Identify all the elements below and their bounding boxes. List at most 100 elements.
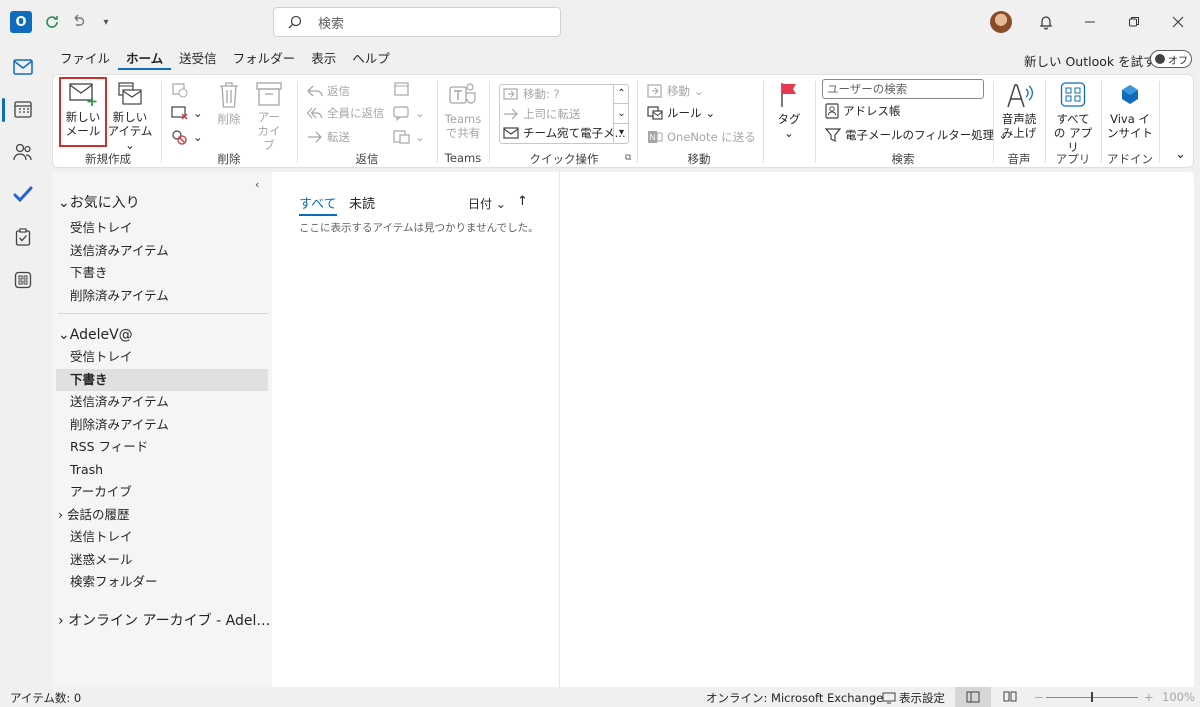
item-count: アイテム数: 0 [10, 691, 82, 705]
folder-conversation-history[interactable]: › 会話の履歴 [58, 504, 130, 526]
quick-step-move[interactable]: 移動: ? [503, 84, 560, 104]
delete-button[interactable]: 削除 [213, 81, 245, 126]
undo-icon[interactable] [68, 12, 88, 32]
rail-apps-icon[interactable] [8, 265, 38, 295]
onenote-label: OneNote に送る [667, 130, 756, 144]
filter-unread-tab[interactable]: 未読 [349, 193, 375, 212]
tab-send-receive[interactable]: 送受信 [171, 50, 225, 70]
filter-email-button[interactable]: 電子メールのフィルター処理 ⌄ [825, 125, 1008, 145]
ribbon-separator [1045, 81, 1046, 163]
ignore-button[interactable] [171, 81, 189, 102]
quick-step-team-label: チーム宛て電子メ... [523, 126, 626, 140]
favorites-header[interactable]: ⌄お気に入り [58, 192, 140, 214]
group-label-speech: 音声 [1007, 152, 1031, 166]
reply-button[interactable]: 返信 [307, 81, 350, 101]
notifications-bell-icon[interactable] [1036, 12, 1056, 32]
folder-inbox[interactable]: 受信トレイ [70, 346, 133, 368]
chevron-down-icon: ⌄ [694, 84, 704, 98]
close-icon[interactable] [1168, 12, 1188, 32]
read-aloud-button[interactable]: 音声読 み上げ [999, 81, 1039, 140]
ribbon-separator [1101, 81, 1102, 163]
folder-favorite-deleted[interactable]: 削除済みアイテム [70, 285, 169, 307]
folder-favorite-sent[interactable]: 送信済みアイテム [70, 240, 169, 262]
rail-people-icon[interactable] [8, 137, 38, 167]
minimize-icon[interactable] [1080, 12, 1100, 32]
chevron-up-icon[interactable]: ⌃ [614, 84, 629, 104]
folder-favorite-drafts[interactable]: 下書き [70, 262, 108, 284]
tab-folder[interactable]: フォルダー [225, 50, 304, 70]
reply-all-button[interactable]: 全員に返信 [307, 103, 385, 123]
zoom-slider-thumb[interactable] [1091, 692, 1093, 702]
empty-list-message: ここに表示するアイテムは見つかりませんでした。 [299, 222, 539, 234]
tab-view[interactable]: 表示 [303, 50, 344, 70]
meeting-reply-icon [394, 82, 409, 96]
folder-deleted[interactable]: 削除済みアイテム [70, 414, 169, 436]
customize-qat-icon[interactable]: ▾ [96, 12, 116, 32]
junk-button[interactable]: ⌄ [171, 127, 203, 147]
more-respond-button[interactable]: ⌄ [393, 127, 425, 147]
move-button[interactable]: 移動 ⌄ [647, 81, 704, 101]
folder-archive[interactable]: アーカイブ [70, 481, 132, 503]
meeting-reply-button[interactable] [393, 81, 411, 100]
rules-button[interactable]: ルール ⌄ [647, 103, 715, 123]
folder-trash[interactable]: Trash [70, 459, 103, 481]
search-people-input[interactable]: ユーザーの検索 [822, 79, 984, 99]
zoom-in-icon[interactable]: + [1144, 690, 1154, 704]
chevron-down-icon[interactable]: ⌄ [614, 104, 629, 124]
tab-help[interactable]: ヘルプ [344, 50, 398, 70]
tab-file[interactable]: ファイル [52, 50, 118, 70]
user-avatar[interactable] [990, 11, 1012, 33]
new-item-button[interactable]: 新しい アイテム ⌄ [107, 81, 153, 152]
send-to-onenote-button[interactable]: N OneNote に送る [647, 127, 756, 147]
quick-step-to-manager[interactable]: 上司に転送 [503, 104, 581, 124]
group-label-quick-steps: クイック操作 [529, 152, 599, 166]
folder-rss[interactable]: RSS フィード [70, 436, 148, 458]
chevron-down-icon: ⌄ [705, 106, 716, 120]
collapse-pane-chevron-icon[interactable]: ‹ [255, 178, 259, 191]
chevron-down-icon: ⌄ [193, 130, 203, 144]
archive-box-icon [256, 82, 282, 106]
send-receive-icon[interactable] [42, 12, 62, 32]
quick-step-team-email[interactable]: チーム宛て電子メ... [503, 123, 626, 143]
im-reply-button[interactable]: ⌄ [393, 103, 425, 123]
share-to-teams-button[interactable]: Teams で共有 [443, 81, 483, 140]
folder-drafts[interactable]: 下書き [70, 369, 108, 391]
filter-all-tab[interactable]: すべて [299, 193, 337, 216]
folder-sent[interactable]: 送信済みアイテム [70, 391, 169, 413]
normal-view-button[interactable] [955, 687, 991, 707]
folder-search-folders[interactable]: 検索フォルダー [70, 571, 158, 593]
apps-grid-icon [1060, 82, 1086, 107]
cleanup-icon [171, 106, 188, 120]
sort-by-date-dropdown[interactable]: 日付 ⌄ [468, 195, 506, 212]
tags-button[interactable]: タグ ⌄ [771, 81, 807, 140]
folder-outbox[interactable]: 送信トレイ [70, 526, 133, 548]
folder-favorite-inbox[interactable]: 受信トレイ [70, 217, 133, 239]
tab-home[interactable]: ホーム [118, 50, 172, 70]
ribbon-expand-chevron-icon[interactable]: ⌄ [1175, 147, 1186, 162]
rail-mail-icon[interactable] [8, 52, 38, 82]
search-box[interactable]: 検索 [273, 7, 561, 37]
reading-view-button[interactable] [1003, 690, 1017, 705]
restore-icon[interactable] [1124, 12, 1144, 32]
viva-insights-button[interactable]: Viva イ ンサイト [1105, 81, 1155, 140]
address-book-button[interactable]: アドレス帳 [825, 101, 901, 121]
rail-todo-icon[interactable] [8, 179, 38, 209]
reading-view-icon [1003, 691, 1017, 702]
online-archive-header[interactable]: › オンライン アーカイブ - Adel… [58, 610, 270, 632]
rail-tasks-icon[interactable] [8, 222, 38, 252]
rail-calendar-icon[interactable] [8, 94, 38, 124]
forward-button[interactable]: 転送 [307, 127, 350, 147]
display-settings-button[interactable]: 表示設定 [882, 690, 945, 706]
all-apps-button[interactable]: すべて の アプリ [1051, 81, 1095, 154]
chevron-down-icon: ⌄ [193, 106, 203, 120]
dialog-launcher-icon[interactable]: ⧉ [625, 153, 631, 163]
try-new-outlook-toggle[interactable]: オフ [1150, 50, 1192, 68]
sort-direction-arrow-icon[interactable]: ↑ [517, 194, 528, 209]
account-header[interactable]: ⌄AdeleV@ [58, 324, 133, 346]
archive-button[interactable]: アー カイブ [253, 81, 285, 152]
zoom-level[interactable]: 100% [1162, 690, 1195, 704]
zoom-out-icon[interactable]: − [1034, 690, 1044, 704]
ribbon: 新しい メール 新しい アイテム ⌄ 新規作成 ⌄ ⌄ 削除 アー カイブ 削除… [52, 74, 1194, 168]
cleanup-button[interactable]: ⌄ [171, 103, 203, 123]
folder-junk[interactable]: 迷惑メール [70, 549, 133, 571]
